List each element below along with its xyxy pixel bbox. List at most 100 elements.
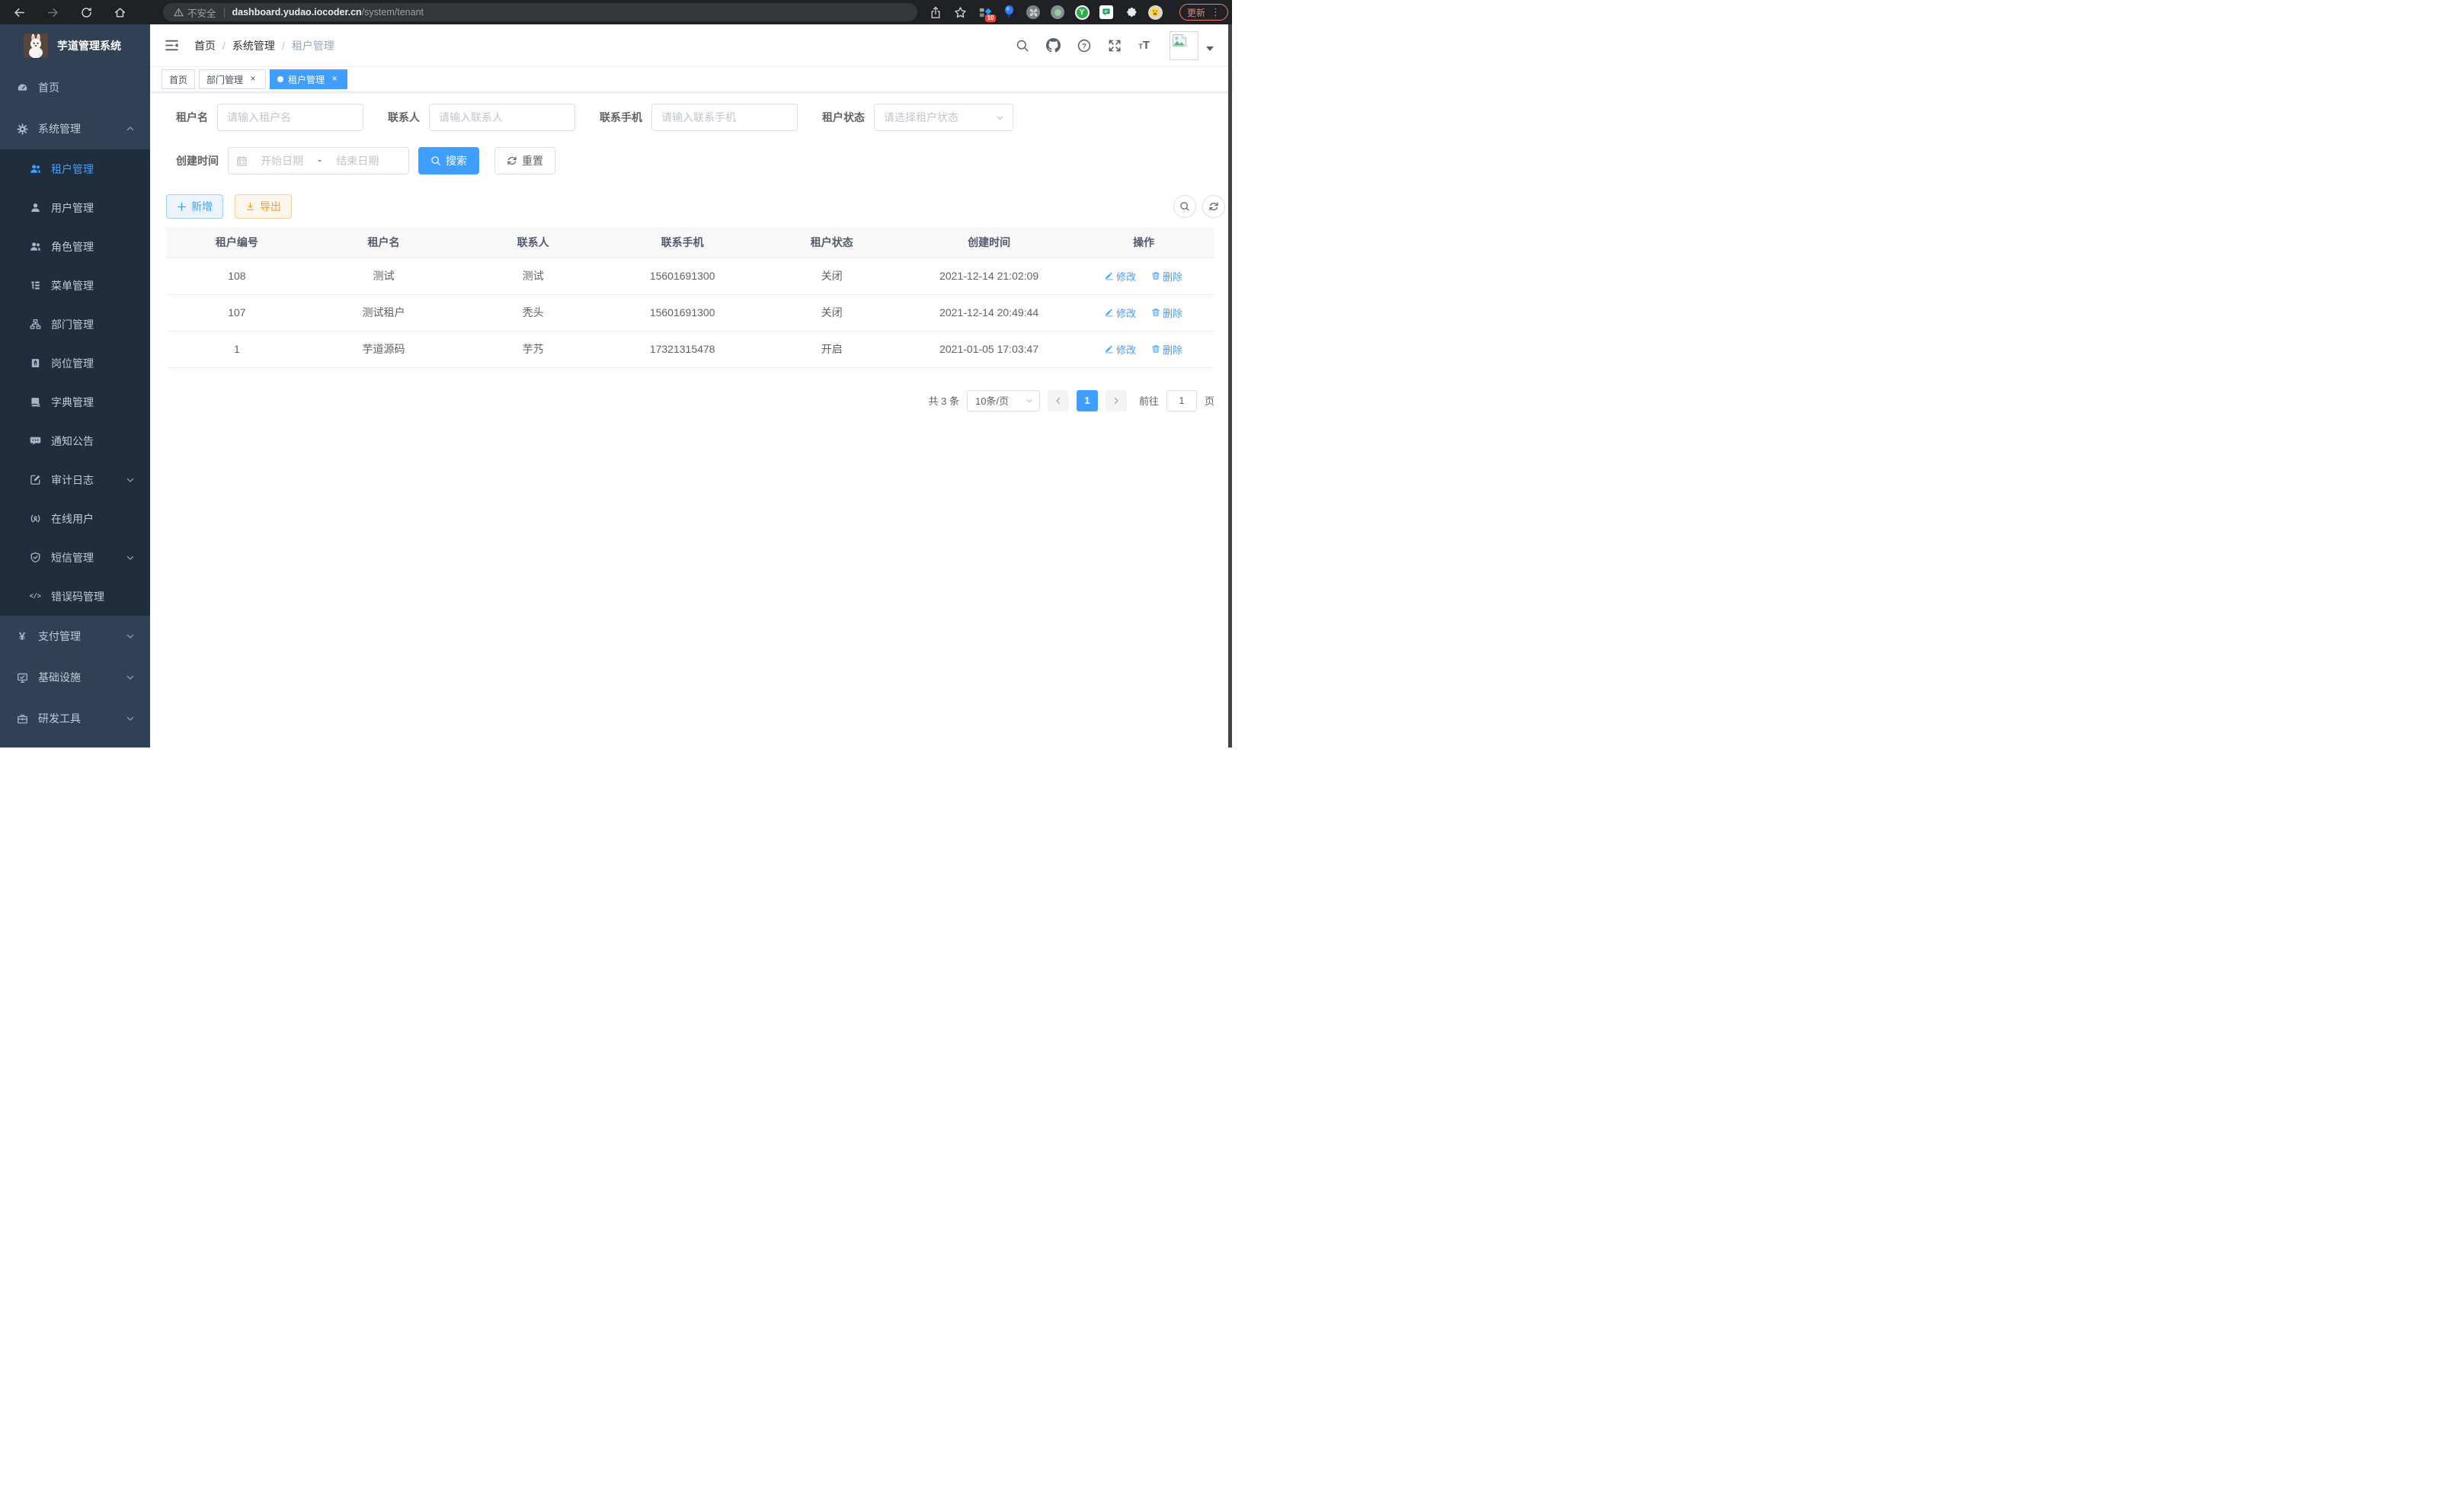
refresh-table-icon[interactable] [1202,195,1225,218]
user-menu[interactable] [1170,31,1214,60]
app-logo[interactable]: 芋道管理系统 [0,24,150,67]
next-page-button[interactable] [1106,390,1127,411]
sidebar-item-home[interactable]: 首页 [0,67,150,108]
browser-back-icon[interactable] [8,2,30,23]
profile-avatar-icon[interactable] [1147,5,1163,20]
sidebar-item-online-users[interactable]: 在线用户 [0,499,150,538]
page-size-select[interactable]: 10条/页 [967,390,1040,411]
chevron-down-icon [126,632,135,641]
refresh-icon [507,155,517,166]
sidebar-item-label: 错误码管理 [51,589,104,604]
sidebar-item-errcode[interactable]: </> 错误码管理 [0,577,150,616]
sidebar-item-tenant[interactable]: 租户管理 [0,149,150,188]
code-icon: </> [29,593,41,600]
edit-link[interactable]: 修改 [1105,306,1136,320]
phone-input[interactable] [651,104,798,131]
extension-yudao-icon[interactable]: Y [1074,5,1090,20]
tab-dept[interactable]: 部门管理 × [199,69,266,89]
tab-tenant[interactable]: 租户管理 × [270,69,347,89]
date-range-picker[interactable]: - [228,147,409,174]
delete-link[interactable]: 删除 [1151,269,1182,283]
sidebar-item-audit-log[interactable]: 审计日志 [0,460,150,499]
current-page[interactable]: 1 [1077,390,1098,411]
end-date-input[interactable] [326,155,389,167]
browser-home-icon[interactable] [108,2,131,23]
browser-menu-dots-icon[interactable]: ⋮ [1211,6,1221,18]
address-bar[interactable]: 不安全 dashboard.yudao.iocoder.cn/system/te… [163,3,917,21]
sidebar-item-user[interactable]: 用户管理 [0,188,150,227]
show-search-toggle-icon[interactable] [1173,195,1196,218]
delete-link[interactable]: 删除 [1151,342,1182,357]
sidebar-item-label: 研发工具 [38,711,81,726]
extensions-puzzle-icon[interactable] [1123,5,1138,20]
extension-command-icon[interactable] [1026,5,1041,20]
search-button[interactable]: 搜索 [418,147,479,174]
tab-home[interactable]: 首页 [162,69,195,89]
caret-down-icon[interactable] [1206,46,1214,51]
goto-page-input[interactable] [1166,390,1197,411]
tenant-name-input[interactable] [217,104,363,131]
breadcrumb-system[interactable]: 系统管理 [232,38,275,53]
sidebar-item-dict[interactable]: 字典管理 [0,383,150,421]
filter-row-2: 创建时间 - 搜索 重置 [176,147,1214,174]
extension-chat-icon[interactable] [1099,5,1114,20]
bookmark-star-icon[interactable] [952,5,968,20]
font-size-icon[interactable]: TT [1138,39,1150,52]
close-icon[interactable]: × [248,74,258,85]
sidebar-item-payment[interactable]: ¥ 支付管理 [0,616,150,657]
search-icon [430,155,441,166]
reset-button[interactable]: 重置 [494,147,555,174]
breadcrumb-current: 租户管理 [292,38,334,53]
prev-page-button[interactable] [1048,390,1069,411]
status-select[interactable]: 请选择租户状态 [874,104,1013,131]
sidebar-collapse-icon[interactable] [162,36,182,55]
header-search-icon[interactable] [1016,39,1029,53]
browser-forward-icon[interactable] [41,2,64,23]
extension-balloon-icon[interactable] [1001,5,1016,20]
not-secure-warning[interactable]: 不安全 [174,5,216,20]
edit-link[interactable]: 修改 [1105,342,1136,357]
address-divider [224,8,225,18]
start-date-input[interactable] [251,155,313,167]
share-icon[interactable] [928,5,943,20]
avatar-broken-image-icon[interactable] [1170,31,1198,60]
browser-update-button[interactable]: 更新 ⋮ [1179,4,1228,21]
window-scrollbar[interactable] [1228,24,1232,748]
sidebar-item-infrastructure[interactable]: 基础设施 [0,657,150,698]
sidebar-item-post[interactable]: 岗位管理 [0,344,150,383]
filter-create-time: 创建时间 - [176,147,409,174]
cell-tenant-id: 1 [166,331,308,367]
github-icon[interactable] [1046,38,1061,53]
edit-link[interactable]: 修改 [1105,269,1136,283]
help-icon[interactable]: ? [1077,39,1091,53]
sidebar-item-label: 部门管理 [51,317,94,332]
update-label: 更新 [1187,6,1205,19]
sidebar-item-notice[interactable]: 通知公告 [0,421,150,460]
extension-dot-icon[interactable] [1050,5,1065,20]
sidebar-item-sms[interactable]: 短信管理 [0,538,150,577]
cell-phone: 15601691300 [606,294,759,331]
sidebar-item-role[interactable]: 角色管理 [0,227,150,266]
delete-link[interactable]: 删除 [1151,306,1182,320]
sidebar-item-system[interactable]: 系统管理 [0,108,150,149]
extension-tab-manager-icon[interactable]: 10 [977,5,992,20]
download-icon [245,202,255,212]
col-status: 租户状态 [758,227,905,258]
badge-icon [29,357,41,369]
sidebar-item-dept[interactable]: 部门管理 [0,305,150,344]
sidebar-item-menu[interactable]: 菜单管理 [0,266,150,305]
tab-label: 首页 [169,73,187,86]
close-icon[interactable]: × [329,74,340,85]
chevron-left-icon [1054,396,1063,405]
sidebar-item-dev-tools[interactable]: 研发工具 [0,698,150,739]
col-tenant-name: 租户名 [308,227,460,258]
sidebar-item-label: 字典管理 [51,395,94,410]
sidebar-item-label: 在线用户 [51,511,94,527]
add-button[interactable]: 新增 [166,194,223,219]
browser-reload-icon[interactable] [75,2,98,23]
breadcrumb-home[interactable]: 首页 [194,38,216,53]
chevron-down-icon [1025,396,1034,405]
contact-input[interactable] [429,104,575,131]
export-button[interactable]: 导出 [235,194,292,219]
fullscreen-icon[interactable] [1108,39,1122,53]
